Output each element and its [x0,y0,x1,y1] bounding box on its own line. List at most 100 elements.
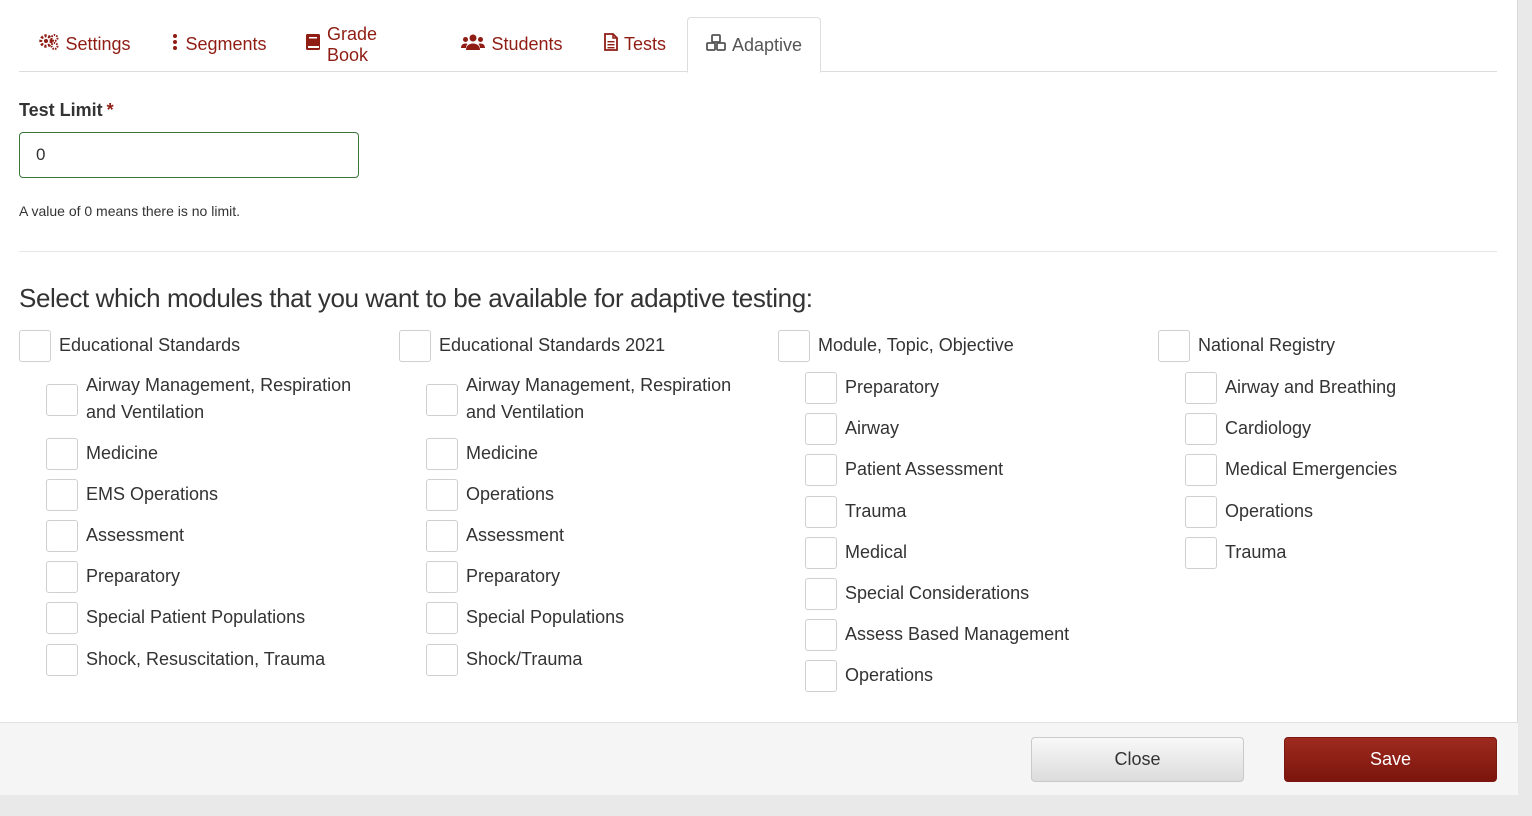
checkbox[interactable] [805,578,837,610]
topic-label: Medicine [466,443,539,463]
required-marker: * [106,100,114,120]
topic-checkbox-row[interactable]: Operations [426,479,554,511]
checkbox[interactable] [805,496,837,528]
topic-checkbox-row[interactable]: Operations [1185,496,1313,528]
section-divider [19,251,1497,252]
tab-segments[interactable]: Segments [173,17,267,72]
checkbox[interactable] [778,330,810,362]
tab-grade-book-label: Grade Book [327,23,378,65]
tab-settings[interactable]: Settings [39,17,131,72]
topic-label: Medical Emergencies [1225,459,1398,479]
save-button[interactable]: Save [1284,737,1497,782]
topic-label: Assess Based Management [845,624,1070,644]
test-limit-input[interactable] [19,132,359,178]
topic-label: Operations [1225,501,1314,521]
checkbox[interactable] [426,479,458,511]
topic-checkbox-row[interactable]: Special Patient Populations [46,602,305,634]
checkbox[interactable] [426,384,458,416]
module-checkbox-row[interactable]: Module, Topic, Objective [778,330,1014,362]
topic-checkbox-row[interactable]: Preparatory [426,561,560,593]
topic-checkbox-row[interactable]: EMS Operations [46,479,218,511]
topic-checkbox-row[interactable]: Airway Management, Respiration and Venti… [46,370,366,426]
checkbox[interactable] [426,644,458,676]
checkbox[interactable] [805,372,837,404]
topic-label: Special Populations [466,607,625,627]
topic-checkbox-row[interactable]: Airway Management, Respiration and Venti… [426,370,746,426]
topic-checkbox-row[interactable]: Shock, Resuscitation, Trauma [46,644,325,676]
tab-adaptive[interactable]: Adaptive [687,17,821,73]
checkbox[interactable] [399,330,431,362]
checkbox[interactable] [1158,330,1190,362]
checkbox[interactable] [1185,372,1217,404]
topic-checkbox-row[interactable]: Trauma [1185,537,1286,569]
tab-bar: Settings Segments Grade Book Students Te… [19,17,1497,73]
module-checkbox-row[interactable]: National Registry [1158,330,1335,362]
topic-label: Medical [845,542,908,562]
checkbox[interactable] [805,660,837,692]
checkbox[interactable] [46,520,78,552]
topic-checkbox-row[interactable]: Preparatory [805,372,939,404]
topic-checkbox-row[interactable]: Medical [805,537,907,569]
topic-checkbox-row[interactable]: Medicine [426,438,538,470]
checkbox[interactable] [1185,537,1217,569]
topic-checkbox-row[interactable]: Medicine [46,438,158,470]
checkbox[interactable] [426,602,458,634]
checkbox[interactable] [46,384,78,416]
topic-checkbox-row[interactable]: Patient Assessment [805,454,1003,486]
topic-checkbox-row[interactable]: Operations [805,660,933,692]
topic-checkbox-row[interactable]: Shock/Trauma [426,644,582,676]
topic-checkbox-row[interactable]: Assess Based Management [805,619,1069,651]
checkbox[interactable] [46,602,78,634]
topic-checkbox-row[interactable]: Medical Emergencies [1185,454,1397,486]
topic-label: EMS Operations [86,484,219,504]
checkbox[interactable] [46,438,78,470]
topic-checkbox-row[interactable]: Preparatory [46,561,180,593]
topic-label: Special Considerations [845,583,1030,603]
checkbox[interactable] [19,330,51,362]
checkbox[interactable] [1185,413,1217,445]
topic-label: Medicine [86,443,159,463]
topic-checkbox-row[interactable]: Cardiology [1185,413,1311,445]
topic-label: Airway Management, Respiration and Venti… [466,375,732,422]
topic-checkbox-row[interactable]: Assessment [426,520,564,552]
checkbox[interactable] [1185,454,1217,486]
topic-label: Airway Management, Respiration and Venti… [86,375,352,422]
module-title: Module, Topic, Objective [818,335,1014,355]
topic-checkbox-row[interactable]: Trauma [805,496,906,528]
module-checkbox-row[interactable]: Educational Standards [19,330,240,362]
checkbox[interactable] [46,644,78,676]
book-icon [305,33,321,56]
topic-checkbox-row[interactable]: Special Considerations [805,578,1029,610]
checkbox[interactable] [426,520,458,552]
tab-students[interactable]: Students [461,17,563,72]
checkbox[interactable] [46,561,78,593]
checkbox[interactable] [46,479,78,511]
users-icon [461,33,486,56]
topic-checkbox-row[interactable]: Airway and Breathing [1185,372,1396,404]
topic-checkbox-row[interactable]: Airway [805,413,899,445]
adaptive-settings-panel: Settings Segments Grade Book Students Te… [0,0,1518,795]
topic-label: Shock, Resuscitation, Trauma [86,649,326,669]
test-limit-label: Test Limit * [19,100,114,121]
topic-label: Operations [845,665,934,685]
topic-checkbox-row[interactable]: Assessment [46,520,184,552]
module-checkbox-row[interactable]: Educational Standards 2021 [399,330,665,362]
checkbox[interactable] [805,413,837,445]
checkbox[interactable] [805,454,837,486]
tab-tests[interactable]: Tests [603,17,667,72]
checkbox[interactable] [1185,496,1217,528]
tab-grade-book[interactable]: Grade Book [305,17,421,72]
checkbox[interactable] [426,561,458,593]
test-limit-label-text: Test Limit [19,100,103,120]
topic-label: Trauma [845,501,907,521]
checkbox[interactable] [426,438,458,470]
module-title: Educational Standards [59,335,241,355]
cubes-icon [706,33,726,57]
file-text-icon [604,33,618,56]
modal-footer: Close Save [0,722,1518,795]
tab-adaptive-label: Adaptive [731,34,803,55]
close-button[interactable]: Close [1031,737,1244,782]
topic-checkbox-row[interactable]: Special Populations [426,602,624,634]
checkbox[interactable] [805,537,837,569]
checkbox[interactable] [805,619,837,651]
